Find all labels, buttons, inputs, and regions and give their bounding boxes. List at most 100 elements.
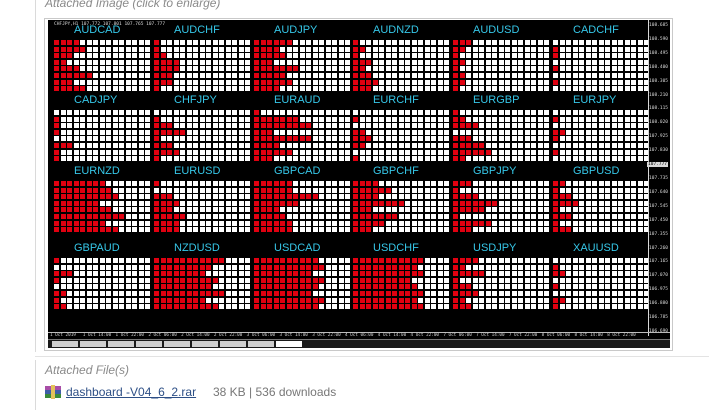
price-tick: 107.777 bbox=[647, 162, 668, 168]
time-tick: 2 Oct 06:00 bbox=[148, 333, 177, 338]
panel-usdchf: USDCHF bbox=[353, 242, 449, 310]
chart-tab bbox=[136, 341, 162, 347]
left-rule-bottom bbox=[35, 360, 36, 410]
time-tick: 1 Oct 22:00 bbox=[115, 333, 145, 338]
price-tick: 108.115 bbox=[649, 106, 668, 112]
panel-label: AUDNZD bbox=[373, 24, 419, 36]
price-scale: 108.685 108.590 108.495 108.400 108.305 108.2… bbox=[647, 20, 670, 336]
panel-label: USDCHF bbox=[373, 242, 419, 254]
panel-label: GBPAUD bbox=[74, 242, 120, 254]
panel-label: XAUUSD bbox=[573, 242, 619, 254]
time-tick: 1 Oct 2019 bbox=[50, 333, 76, 338]
price-tick: 107.925 bbox=[649, 134, 668, 140]
panel-audusd: AUDUSD bbox=[453, 24, 549, 92]
price-tick: 107.260 bbox=[649, 245, 668, 251]
panel-audchf: AUDCHF bbox=[154, 24, 250, 92]
panel-label: CADCHF bbox=[573, 24, 619, 36]
chart-tab bbox=[164, 341, 190, 347]
price-tick: 108.685 bbox=[649, 23, 668, 28]
price-tick: 106.785 bbox=[649, 315, 668, 321]
price-tick: 107.830 bbox=[649, 148, 668, 154]
panel-nzdusd: NZDUSD bbox=[154, 242, 250, 310]
time-tick: 4 Oct 22:00 bbox=[410, 333, 440, 338]
time-tick: 8 Oct 14:00 bbox=[574, 333, 603, 338]
panel-label: EURNZD bbox=[74, 165, 120, 177]
price-tick: 107.545 bbox=[649, 203, 668, 209]
price-tick: 108.590 bbox=[649, 36, 668, 42]
attached-image-caption: Attached Image (click to enlarge) bbox=[45, 0, 221, 10]
chart-tab bbox=[248, 341, 274, 347]
dashboard-chart-image[interactable]: CHFJPY,H1 107.772 107.801 107.765 107.77… bbox=[48, 20, 670, 348]
panel-gbpusd: GBPUSD bbox=[553, 165, 649, 233]
price-tick: 108.210 bbox=[649, 92, 668, 98]
panel-audnzd: AUDNZD bbox=[353, 24, 449, 92]
time-tick: 7 Oct 22:00 bbox=[508, 333, 538, 338]
attachment-meta: 38 KB | 536 downloads bbox=[213, 385, 337, 399]
panel-euraud: EURAUD bbox=[254, 94, 350, 162]
panel-label: CHFJPY bbox=[174, 94, 217, 106]
panel-usdjpy: USDJPY bbox=[453, 242, 549, 310]
chart-tab bbox=[108, 341, 134, 347]
panel-label: NZDUSD bbox=[174, 242, 220, 254]
price-tick: 107.070 bbox=[649, 273, 668, 279]
time-tick: 8 Oct 22:00 bbox=[607, 333, 636, 338]
panel-label: AUDCAD bbox=[74, 24, 121, 36]
time-tick: 2 Oct 14:00 bbox=[181, 333, 210, 338]
chart-tab bbox=[276, 341, 302, 347]
chart-tab-bar bbox=[48, 339, 670, 348]
price-tick: 108.020 bbox=[649, 120, 668, 126]
panel-label: USDJPY bbox=[473, 242, 517, 254]
time-tick: 1 Oct 14:00 bbox=[82, 333, 112, 338]
panel-label: EURGBP bbox=[473, 94, 520, 106]
panel-xauusd: XAUUSD bbox=[553, 242, 649, 310]
price-tick: 106.880 bbox=[649, 301, 668, 307]
price-tick: 108.305 bbox=[649, 78, 668, 84]
price-tick: 107.450 bbox=[649, 217, 668, 223]
panel-label: AUDJPY bbox=[274, 24, 318, 36]
panel-label: EURAUD bbox=[274, 94, 321, 106]
panel-cadchf: CADCHF bbox=[553, 24, 649, 92]
panel-gbpcad: GBPCAD bbox=[254, 165, 350, 233]
panel-eurjpy: EURJPY bbox=[553, 94, 649, 162]
time-tick: 4 Oct 14:00 bbox=[377, 333, 407, 338]
price-tick: 107.355 bbox=[649, 231, 668, 237]
panel-gbpjpy: GBPJPY bbox=[453, 165, 549, 233]
winrar-archive-icon bbox=[45, 385, 61, 399]
chart-tab bbox=[220, 341, 246, 347]
panel-label: GBPCHF bbox=[373, 165, 419, 177]
panel-chfjpy: CHFJPY bbox=[154, 94, 250, 162]
attached-files-caption: Attached File(s) bbox=[45, 363, 130, 377]
time-tick: 7 Oct 14:00 bbox=[476, 333, 505, 338]
panel-gbpaud: GBPAUD bbox=[54, 242, 150, 310]
price-tick: 107.640 bbox=[649, 189, 668, 195]
panel-label: GBPCAD bbox=[274, 165, 321, 177]
panel-label: USDCAD bbox=[274, 242, 321, 254]
panel-label: GBPUSD bbox=[573, 165, 620, 177]
price-tick: 107.165 bbox=[649, 259, 668, 265]
time-tick: 3 Oct 06:00 bbox=[246, 333, 276, 338]
time-tick: 3 Oct 14:00 bbox=[279, 333, 308, 338]
attachment-download-link[interactable]: dashboard -V04_6_2.rar bbox=[66, 385, 196, 399]
panel-label: EURCHF bbox=[373, 94, 419, 106]
price-tick: 107.735 bbox=[649, 176, 668, 181]
price-tick: 106.975 bbox=[649, 287, 668, 293]
panel-cadjpy: CADJPY bbox=[54, 94, 150, 162]
panel-eurusd: EURUSD bbox=[154, 165, 250, 233]
panel-label: AUDUSD bbox=[473, 24, 520, 36]
panel-label: EURUSD bbox=[174, 165, 221, 177]
chart-tab bbox=[52, 341, 78, 347]
chart-tab bbox=[192, 341, 218, 347]
left-rule-top bbox=[35, 0, 36, 352]
panel-usdcad: USDCAD bbox=[254, 242, 350, 310]
price-tick: 108.495 bbox=[649, 50, 668, 56]
panel-gbpchf: GBPCHF bbox=[353, 165, 449, 233]
chart-tab bbox=[80, 341, 106, 347]
time-tick: 4 Oct 06:00 bbox=[345, 333, 374, 338]
price-tick: 108.400 bbox=[649, 64, 668, 70]
time-tick: 3 Oct 22:00 bbox=[312, 333, 341, 338]
time-axis: 1 Oct 2019 1 Oct 14:00 1 Oct 22:00 2 Oct 06… bbox=[48, 332, 670, 339]
panel-label: AUDCHF bbox=[174, 24, 220, 36]
time-tick: 7 Oct 06:00 bbox=[443, 333, 472, 338]
panel-audcad: AUDCAD bbox=[54, 24, 150, 92]
panel-eurchf: EURCHF bbox=[353, 94, 449, 162]
